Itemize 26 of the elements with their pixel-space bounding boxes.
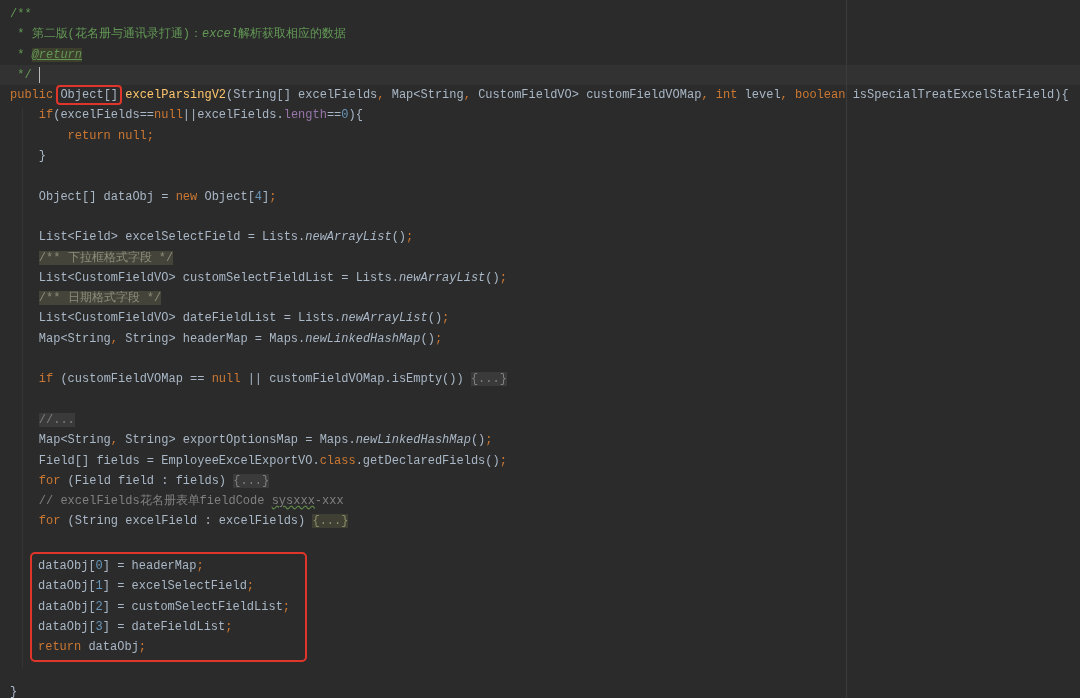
code-line: Field[] fields = EmployeeExcelExportVO.class.getDeclaredFields(); (37, 452, 508, 470)
code-line: List<CustomFieldVO> customSelectFieldList = Lists.newArrayList(); (37, 269, 508, 287)
text-cursor (38, 66, 40, 83)
code-line: for (String excelField : excelFields) {...} (37, 513, 350, 531)
code-line: dataObj[3] = dateFieldList; (37, 618, 234, 636)
code-line: if(excelFields==null||excelFields.length==0){ (37, 107, 364, 125)
highlight-box: Object[] (56, 85, 123, 106)
code-line: /** (9, 6, 33, 23)
code-line: } (37, 148, 47, 166)
code-line: dataObj[1] = excelSelectField; (37, 578, 256, 596)
code-line: return dataObj; (37, 639, 148, 657)
code-line: // excelFields花名册表单fieldCode sysxxx-xxx (37, 493, 345, 511)
code-line: dataObj[2] = customSelectFieldList; (37, 598, 292, 616)
code-line: Object[] dataObj = new Object[4]; (37, 188, 278, 206)
code-line: Map<String, String> headerMap = Maps.newLinkedHashMap(); (37, 330, 444, 348)
code-line: if (customFieldVOMap == null || customFieldVOMap.isEmpty()) {...} (37, 371, 508, 389)
code-line: for (Field field : fields) {...} (37, 472, 271, 490)
code-line: return null; (66, 127, 156, 145)
code-line: public Object[] excelParsingV2(String[] excelFields, Map<String, CustomFieldVO> customFieldVOMap, int level, boolean isSpecialTreatExcelStatField){ (0, 85, 1080, 106)
code-line: List<Field> excelSelectField = Lists.newArrayList(); (37, 229, 415, 247)
code-line: dataObj[0] = headerMap; (37, 558, 205, 575)
code-line: * @return (16, 46, 84, 64)
code-line: Map<String, String> exportOptionsMap = Maps.newLinkedHashMap(); (37, 432, 494, 450)
code-line: } (9, 683, 19, 698)
code-line: List<CustomFieldVO> dateFieldList = Lists.newArrayList(); (37, 310, 451, 328)
code-line: * 第二版(花名册与通讯录打通)：excel解析获取相应的数据 (16, 26, 348, 44)
